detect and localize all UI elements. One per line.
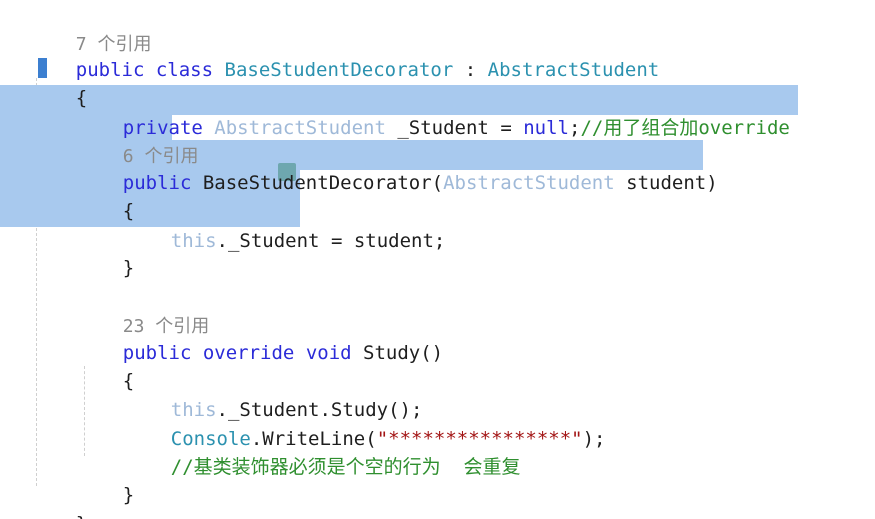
code-line-comment[interactable]: //基类装饰器必须是个空的行为 会重复 (125, 425, 521, 478)
field-name: _Student (397, 117, 489, 139)
code-line-ctor[interactable]: public BaseStudentDecorator(AbstractStud… (77, 141, 718, 194)
assign-value: = student; (330, 230, 446, 252)
keyword-null: null (523, 117, 569, 139)
method-name: Study() (363, 342, 444, 364)
code-line-field[interactable]: private AbstractStudent _Student = null;… (77, 86, 790, 139)
code-lens-refs-ctor[interactable]: 6 个引用 (77, 114, 199, 167)
colon: : (464, 59, 477, 81)
keyword-override: override (202, 342, 295, 364)
assign-target: ._Student (216, 230, 320, 252)
code-lens-refs-method[interactable]: 23 个引用 (77, 284, 210, 337)
code-lens-refs-class[interactable]: 7 个引用 (30, 2, 152, 55)
code-line-method-close-brace[interactable]: } (77, 453, 134, 506)
close-brace: } (122, 257, 135, 279)
base-class-name: AbstractStudent (487, 59, 660, 81)
code-line-method-open-brace[interactable]: { (77, 339, 134, 392)
param-type: AbstractStudent (443, 172, 615, 194)
keyword-void: void (305, 342, 352, 364)
method-comment: //基类装饰器必须是个空的行为 会重复 (170, 456, 521, 478)
field-comment: //用了组合加override (580, 117, 790, 139)
semicolon: ; (568, 117, 581, 139)
equals: = (500, 117, 512, 139)
code-line-method-decl[interactable]: public override void Study() (77, 311, 443, 364)
class-name: BaseStudentDecorator (224, 59, 454, 81)
keyword-this: this (170, 230, 217, 252)
code-line-class-decl[interactable]: public class BaseStudentDecorator : Abst… (30, 28, 659, 81)
param-name: student) (626, 172, 718, 194)
code-line-ctor-open-brace[interactable]: { (77, 169, 134, 222)
code-line-class-open-brace[interactable]: { (30, 56, 87, 109)
code-editor[interactable]: 7 个引用 public class BaseStudentDecorator … (0, 0, 875, 519)
keyword-class: class (155, 59, 214, 81)
code-line-ctor-close-brace[interactable]: } (77, 226, 134, 279)
close-call: ); (582, 428, 606, 450)
ctor-name: BaseStudentDecorator( (202, 172, 444, 194)
code-line-writeline[interactable]: Console.WriteLine("****************"); (125, 397, 606, 450)
code-line-call-study[interactable]: this._Student.Study(); (125, 368, 423, 421)
close-brace: } (122, 484, 135, 506)
close-brace: } (76, 513, 87, 519)
code-line-assign[interactable]: this._Student = student; (125, 199, 446, 252)
field-type: AbstractStudent (214, 117, 386, 139)
code-line-class-close-brace[interactable]: } (30, 482, 87, 519)
